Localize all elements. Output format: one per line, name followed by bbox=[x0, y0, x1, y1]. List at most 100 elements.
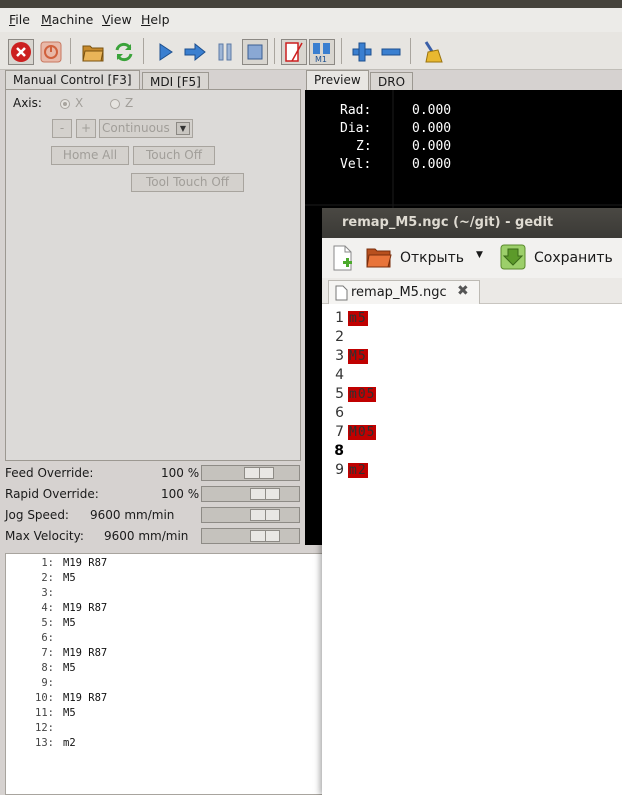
estop-button[interactable] bbox=[8, 39, 34, 65]
stop-button[interactable] bbox=[242, 39, 268, 65]
axis-z-radio[interactable] bbox=[110, 99, 120, 109]
zoom-in-icon bbox=[352, 42, 372, 62]
optional-stop-button[interactable]: M1 bbox=[309, 39, 335, 65]
gcode-line-number: 13: bbox=[35, 737, 54, 749]
zoom-out-icon bbox=[381, 48, 401, 56]
gcode-line-number: 11: bbox=[35, 707, 54, 719]
tab-manual-control[interactable]: Manual Control [F3] bbox=[5, 70, 140, 91]
pause-button[interactable] bbox=[212, 39, 238, 65]
run-button[interactable] bbox=[152, 39, 178, 65]
jog-speed-value: 9600 mm/min bbox=[90, 508, 175, 522]
open-dropdown-icon[interactable]: ▼ bbox=[476, 250, 483, 260]
block-delete-icon bbox=[285, 42, 303, 62]
menu-machine[interactable]: Machine bbox=[41, 12, 93, 27]
tool-touch-off-button[interactable]: Tool Touch Off bbox=[131, 173, 244, 192]
gcode-line-number: 9: bbox=[41, 677, 54, 689]
tab-dro[interactable]: DRO bbox=[370, 72, 414, 90]
estop-icon bbox=[11, 42, 31, 62]
gcode-line-text: m2 bbox=[63, 737, 76, 749]
max-velocity-slider[interactable] bbox=[201, 528, 300, 544]
gcode-line-text: M5 bbox=[63, 572, 76, 584]
gcode-line-number: 3: bbox=[41, 587, 54, 599]
step-button[interactable] bbox=[182, 39, 208, 65]
save-button[interactable]: Сохранить bbox=[500, 244, 618, 272]
zoom-in-button[interactable] bbox=[349, 39, 375, 65]
editor-line-number: 1 bbox=[335, 310, 344, 326]
editor-area[interactable]: 1 m5 2 3 M5 4 5 m05 6 7 M05 8 9 m2 bbox=[322, 304, 622, 795]
menu-file[interactable]: File bbox=[9, 12, 30, 27]
gcode-line-number: 10: bbox=[35, 692, 54, 704]
jog-speed-handle[interactable] bbox=[250, 509, 280, 521]
open-file-icon bbox=[82, 45, 104, 62]
gcode-line-number: 12: bbox=[35, 722, 54, 734]
rapid-override-row: Rapid Override: 100 % bbox=[0, 484, 305, 505]
tab-preview[interactable]: Preview bbox=[306, 70, 369, 91]
machine-power-button[interactable] bbox=[38, 39, 64, 65]
gedit-titlebar[interactable]: remap_M5.ngc (~/git) - gedit bbox=[322, 208, 622, 238]
gcode-line-text: M19 R87 bbox=[63, 602, 108, 614]
clear-plot-button[interactable] bbox=[419, 39, 445, 65]
feed-override-row: Feed Override: 100 % bbox=[0, 463, 305, 484]
max-velocity-row: Max Velocity: 9600 mm/min bbox=[0, 526, 305, 547]
editor-line-number: 3 bbox=[335, 348, 344, 364]
stop-icon bbox=[247, 44, 263, 60]
zoom-out-button[interactable] bbox=[378, 39, 404, 65]
tab-mdi[interactable]: MDI [F5] bbox=[142, 72, 209, 90]
chevron-down-icon: ▼ bbox=[176, 122, 190, 135]
home-all-button[interactable]: Home All bbox=[51, 146, 129, 165]
open-folder-icon bbox=[366, 248, 392, 268]
step-icon bbox=[184, 42, 206, 62]
editor-line-text: M05 bbox=[348, 425, 377, 440]
close-tab-icon[interactable]: ✖ bbox=[457, 283, 469, 299]
feed-override-handle[interactable] bbox=[244, 467, 274, 479]
feed-override-slider[interactable] bbox=[201, 465, 300, 481]
max-velocity-label: Max Velocity: bbox=[5, 529, 84, 543]
menu-view[interactable]: View bbox=[102, 12, 132, 27]
rapid-override-handle[interactable] bbox=[250, 488, 280, 500]
editor-line-number: 8 bbox=[334, 443, 344, 459]
reload-icon bbox=[115, 42, 133, 62]
jog-speed-slider[interactable] bbox=[201, 507, 300, 523]
feed-override-value: 100 % bbox=[161, 466, 200, 480]
gcode-line-number: 7: bbox=[41, 647, 54, 659]
gcode-line-text: M19 R87 bbox=[63, 647, 108, 659]
open-button[interactable]: Открыть ▼ bbox=[366, 245, 494, 271]
touch-off-button[interactable]: Touch Off bbox=[133, 146, 215, 165]
max-velocity-value: 9600 mm/min bbox=[104, 529, 189, 543]
gcode-line-number: 5: bbox=[41, 617, 54, 629]
gcode-listing[interactable]: 1: M19 R87 2: M5 3: 4: M19 R87 5: M5 6: 7: M19 R87 8… bbox=[5, 553, 323, 795]
gcode-line-text: M19 R87 bbox=[63, 692, 108, 704]
editor-line-number: 9 bbox=[335, 462, 344, 478]
new-document-button[interactable] bbox=[332, 245, 354, 271]
open-label: Открыть bbox=[400, 250, 464, 266]
editor-line-number: 7 bbox=[335, 424, 344, 440]
rapid-override-slider[interactable] bbox=[201, 486, 300, 502]
jog-mode-select[interactable]: Continuous ▼ bbox=[99, 119, 193, 138]
gcode-line-text: M5 bbox=[63, 662, 76, 674]
block-delete-button[interactable] bbox=[281, 39, 307, 65]
jog-plus-button[interactable]: + bbox=[76, 119, 96, 138]
save-icon bbox=[500, 244, 526, 270]
svg-text:M1: M1 bbox=[315, 55, 327, 63]
reload-button[interactable] bbox=[111, 39, 137, 65]
jog-minus-button[interactable]: - bbox=[52, 119, 72, 138]
editor-line-number: 4 bbox=[335, 367, 344, 383]
gcode-line-text: M5 bbox=[63, 617, 76, 629]
gedit-title-text: remap_M5.ngc (~/git) - gedit bbox=[342, 215, 554, 230]
gedit-tab-document[interactable]: remap_M5.ngc ✖ bbox=[328, 280, 480, 305]
editor-line-text: m05 bbox=[348, 387, 377, 402]
feed-override-label: Feed Override: bbox=[5, 466, 94, 480]
menu-help[interactable]: Help bbox=[141, 12, 170, 27]
gedit-tabbar: remap_M5.ngc ✖ bbox=[322, 278, 622, 305]
new-document-icon bbox=[333, 245, 352, 271]
document-icon bbox=[335, 285, 348, 301]
open-file-button[interactable] bbox=[80, 39, 106, 65]
window-titlebar bbox=[0, 0, 622, 8]
save-label: Сохранить bbox=[534, 250, 613, 266]
editor-line-number: 5 bbox=[335, 386, 344, 402]
clear-plot-icon bbox=[424, 41, 443, 63]
manual-control-panel: Axis: X Z - + Continuous ▼ Home All Touc… bbox=[5, 89, 301, 461]
axis-x-radio[interactable] bbox=[60, 99, 70, 109]
gedit-tab-label: remap_M5.ngc bbox=[351, 285, 447, 300]
max-velocity-handle[interactable] bbox=[250, 530, 280, 542]
